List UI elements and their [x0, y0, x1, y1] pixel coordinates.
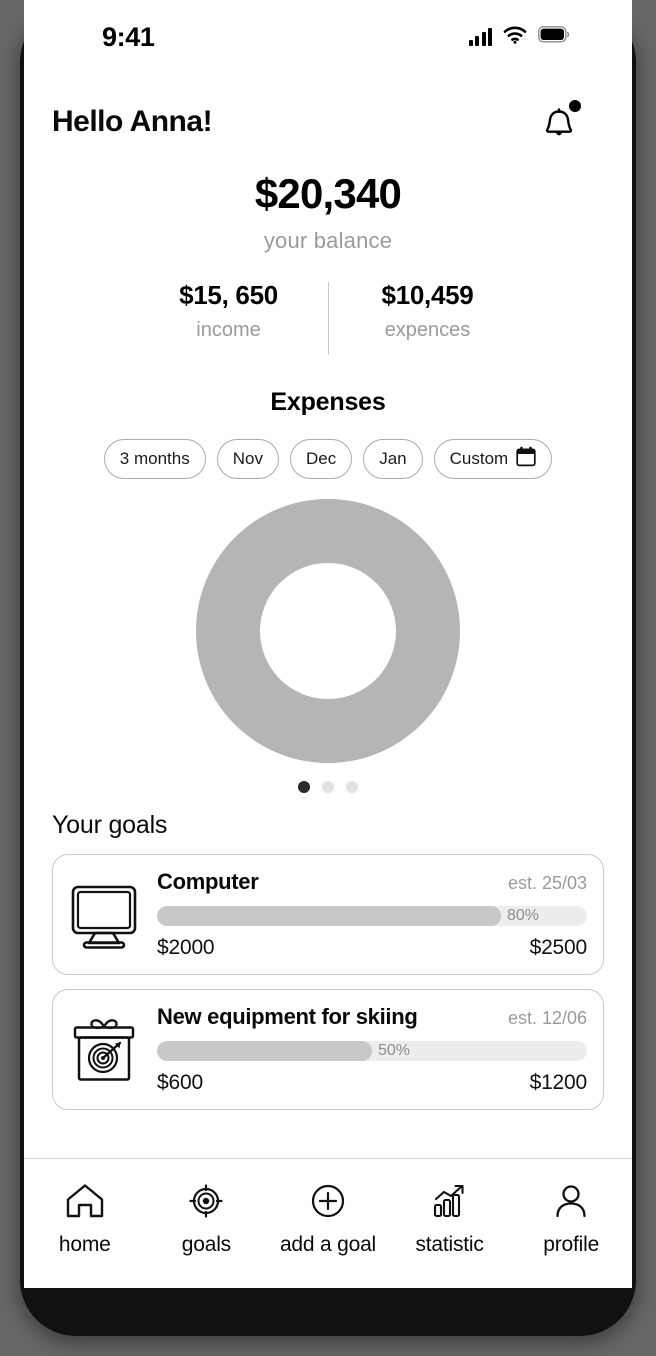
home-icon	[64, 1181, 106, 1226]
status-bar: 9:41	[24, 0, 632, 74]
filter-chip-custom[interactable]: Custom	[433, 439, 553, 479]
nav-item-statistic[interactable]: statistic	[394, 1181, 506, 1257]
nav-label: home	[58, 1233, 111, 1256]
phone-screen: 9:41 Hello Anna! $20,340 your balance $1…	[24, 0, 632, 1288]
nav-item-home[interactable]: home	[29, 1181, 141, 1257]
goals-section-title: Your goals	[52, 811, 168, 839]
goal-card-skiing[interactable]: New equipment for skiing est. 12/06 50% …	[52, 989, 604, 1110]
header-row: Hello Anna!	[24, 74, 632, 144]
nav-item-add-a-goal[interactable]: add a goal	[272, 1181, 384, 1257]
goal-current-amount: $600	[157, 1071, 203, 1094]
goal-header: Computer est. 25/03	[157, 869, 587, 895]
goal-name: Computer	[157, 869, 259, 894]
target-icon	[185, 1181, 227, 1226]
expenses-title: Expenses	[270, 388, 386, 416]
bottom-navigation-bar: home goals add a goal statistic profile	[24, 1158, 632, 1288]
carousel-dot-1[interactable]	[298, 781, 310, 793]
carousel-dots	[24, 781, 632, 793]
monitor-icon	[67, 878, 141, 952]
filter-chip-nov[interactable]: Nov	[216, 439, 279, 479]
person-icon	[550, 1181, 592, 1226]
plus-circle-icon	[307, 1181, 349, 1226]
expenses-value: $10,459	[381, 280, 474, 310]
goal-progress-fill	[157, 906, 501, 926]
filter-chip-label: Dec	[305, 449, 337, 468]
goal-card-computer[interactable]: Computer est. 25/03 80% $2000 $2500	[52, 854, 604, 975]
filter-chip-label: 3 months	[119, 449, 190, 468]
income-value: $15, 650	[179, 280, 278, 310]
expenses-donut-chart[interactable]	[24, 499, 632, 763]
expenses-label: expences	[384, 319, 471, 341]
goal-progress-label: 80%	[507, 907, 540, 924]
nav-label: add a goal	[279, 1233, 377, 1256]
goal-estimate-date: est. 12/06	[507, 1008, 587, 1028]
income-expenses-row: $15, 650 income $10,459 expences	[24, 280, 632, 354]
goal-progress-bar: 50%	[157, 1041, 587, 1061]
balance-caption: your balance	[263, 228, 393, 253]
goal-target-amount: $2500	[529, 936, 588, 959]
status-bar-time: 9:41	[102, 21, 155, 52]
goal-header: New equipment for skiing est. 12/06	[157, 1004, 587, 1030]
goal-body: New equipment for skiing est. 12/06 50% …	[157, 1004, 587, 1095]
nav-item-goals[interactable]: goals	[150, 1181, 262, 1257]
filter-chip-dec[interactable]: Dec	[289, 439, 353, 479]
goal-current-amount: $2000	[157, 936, 215, 959]
goal-amounts: $600 $1200	[157, 1071, 587, 1095]
wifi-icon	[503, 26, 527, 49]
calendar-icon	[516, 446, 536, 472]
nav-label: goals	[181, 1233, 231, 1256]
filter-chip-jan[interactable]: Jan	[363, 439, 423, 479]
filter-chip-3-months[interactable]: 3 months	[103, 439, 206, 479]
goal-name: New equipment for skiing	[157, 1004, 418, 1029]
goal-progress-fill	[157, 1041, 372, 1061]
filter-chip-label: Custom	[449, 449, 509, 468]
page-title: Hello Anna!	[52, 105, 213, 138]
nav-item-profile[interactable]: profile	[515, 1181, 627, 1257]
donut-ring	[196, 499, 460, 763]
vertical-divider	[327, 282, 329, 354]
bar-chart-trend-icon	[429, 1181, 471, 1226]
income-label: income	[196, 319, 261, 341]
status-bar-icons	[468, 26, 571, 49]
carousel-dot-2[interactable]	[322, 781, 334, 793]
goal-body: Computer est. 25/03 80% $2000 $2500	[157, 869, 587, 960]
income-cell: $15, 650 income	[154, 280, 304, 354]
battery-full-icon	[538, 26, 570, 48]
notification-button[interactable]	[538, 100, 582, 144]
goal-amounts: $2000 $2500	[157, 936, 587, 960]
gift-target-icon	[67, 1013, 141, 1087]
goal-progress-bar: 80%	[157, 906, 587, 926]
filter-chip-label: Nov	[232, 449, 263, 468]
carousel-dot-3[interactable]	[346, 781, 358, 793]
goal-estimate-date: est. 25/03	[507, 873, 587, 893]
expenses-cell: $10,459 expences	[353, 280, 503, 354]
notification-badge-dot	[569, 100, 581, 112]
screenshot-stage: 9:41 Hello Anna! $20,340 your balance $1…	[0, 0, 656, 1356]
signal-bars-icon	[468, 28, 492, 46]
filter-chip-label: Jan	[379, 449, 407, 468]
balance-section: $20,340 your balance $15, 650 income $10…	[24, 144, 632, 354]
goal-target-amount: $1200	[529, 1071, 588, 1094]
nav-label: profile	[543, 1233, 600, 1256]
expenses-filter-row: 3 months Nov Dec Jan Custom	[24, 439, 632, 479]
nav-label: statistic	[415, 1233, 484, 1256]
balance-amount: $20,340	[254, 170, 402, 217]
goal-progress-label: 50%	[378, 1042, 411, 1059]
